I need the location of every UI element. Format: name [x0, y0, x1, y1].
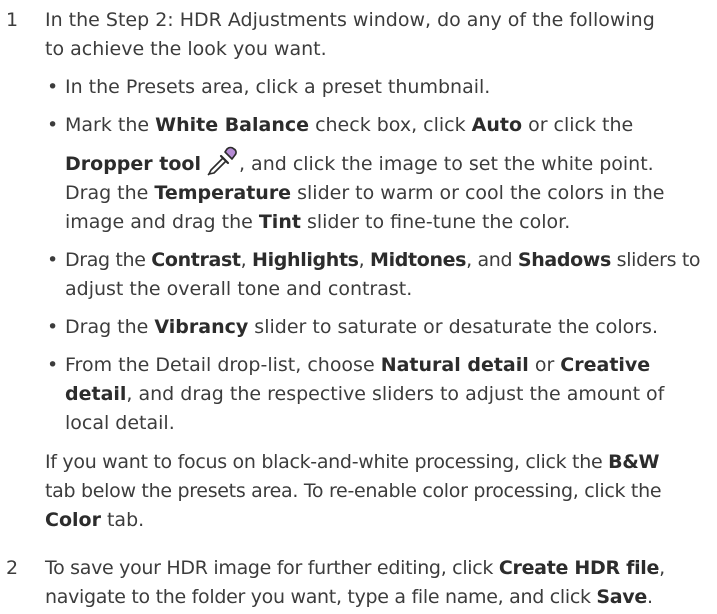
term-midtones: Midtones	[370, 249, 467, 271]
text: From the Detail drop-list, choose	[65, 354, 381, 376]
bullet-line: local detail.	[65, 412, 175, 434]
text: Drag the	[65, 249, 152, 271]
term-natural-detail: Natural detail	[380, 354, 529, 376]
text: To save your HDR image for further editi…	[45, 557, 499, 579]
text: image and drag the	[65, 211, 259, 233]
note-line: tab below the presets area. To re-enable…	[45, 480, 662, 502]
term-create-hdr-file: Create HDR file	[498, 557, 660, 579]
text: , and	[466, 249, 518, 271]
term-white-balance: White Balance	[155, 114, 310, 136]
text: ,	[358, 249, 371, 271]
text: ,	[659, 557, 665, 579]
bullet-line: detail, and drag the respective sliders …	[65, 380, 710, 409]
bullet-line: Dropper tool , and click the image to set…	[65, 146, 710, 179]
text: Drag the	[65, 316, 155, 338]
term-vibrancy: Vibrancy	[154, 316, 249, 338]
step-line: navigate to the folder you want, type a …	[45, 583, 710, 612]
note-paragraph: If you want to focus on black-and-white …	[45, 448, 710, 535]
bullet-detail: • From the Detail drop-list, choose Natu…	[45, 351, 710, 438]
step-line: To save your HDR image for further editi…	[45, 554, 710, 583]
bullet-text: In the Presets area, click a preset thum…	[65, 76, 491, 98]
term-contrast: Contrast	[151, 249, 241, 271]
bullet-icon: •	[47, 76, 59, 98]
term-temperature: Temperature	[154, 182, 292, 204]
bullet-icon: •	[47, 114, 59, 136]
term-highlights: Highlights	[252, 249, 359, 271]
text: navigate to the folder you want, type a …	[45, 586, 597, 608]
bullet-line: From the Detail drop-list, choose Natura…	[65, 351, 710, 380]
bullet-icon: •	[47, 354, 59, 376]
step-body: In the Step 2: HDR Adjustments window, d…	[45, 6, 710, 535]
bullet-white-balance: • Mark the White Balance check box, clic…	[45, 111, 710, 237]
text: slider to warm or cool the colors in the	[291, 182, 665, 204]
step-intro-line-1: In the Step 2: HDR Adjustments window, d…	[45, 9, 655, 31]
bullet-line: Drag the Vibrancy slider to saturate or …	[65, 313, 710, 342]
term-auto: Auto	[471, 114, 523, 136]
text: Drag the	[65, 182, 155, 204]
text: or	[528, 354, 561, 376]
text: Mark the	[65, 114, 156, 136]
bullet-line: adjust the overall tone and contrast.	[65, 278, 413, 300]
term-save: Save	[596, 586, 647, 608]
term-tint: Tint	[258, 211, 301, 233]
dropper-icon	[206, 146, 238, 176]
text: or click the	[522, 114, 634, 136]
text: tab.	[100, 509, 145, 531]
text: .	[646, 586, 653, 608]
bullet-icon: •	[47, 249, 59, 271]
bullet-presets: • In the Presets area, click a preset th…	[45, 73, 710, 102]
text: ,	[240, 249, 253, 271]
step-body: To save your HDR image for further editi…	[45, 554, 710, 612]
term-creative: Creative	[560, 354, 651, 376]
text: slider to saturate or desaturate the col…	[248, 316, 658, 338]
bullet-line: Drag the Temperature slider to warm or c…	[65, 179, 710, 208]
step-intro-line-2: to achieve the look you want.	[45, 38, 327, 60]
text: check box, click	[309, 114, 472, 136]
term-color: Color	[45, 509, 101, 531]
text: , and drag the respective sliders to adj…	[126, 383, 665, 405]
document-page: 1 In the Step 2: HDR Adjustments window,…	[0, 0, 717, 614]
bullet-icon: •	[47, 316, 59, 338]
term-dropper-tool: Dropper tool	[65, 153, 201, 175]
bullet-vibrancy: • Drag the Vibrancy slider to saturate o…	[45, 313, 710, 342]
bullet-line: Mark the White Balance check box, click …	[65, 111, 710, 140]
step-number: 1	[6, 9, 19, 31]
bullet-tone: • Drag the Contrast, Highlights, Midtone…	[45, 246, 710, 304]
term-bw: B&W	[608, 451, 660, 473]
note-line: Color tab.	[45, 506, 710, 535]
step-number: 2	[6, 557, 19, 579]
text: If you want to focus on black-and-white …	[45, 451, 609, 473]
text: slider to fine-tune the color.	[300, 211, 571, 233]
text: , and click the image to set the white p…	[238, 153, 654, 175]
text: sliders to	[610, 249, 701, 271]
bullet-line: image and drag the Tint slider to fine-t…	[65, 208, 710, 237]
bullet-line: Drag the Contrast, Highlights, Midtones,…	[65, 246, 710, 275]
term-detail: detail	[65, 383, 127, 405]
note-line: If you want to focus on black-and-white …	[45, 448, 710, 477]
term-shadows: Shadows	[517, 249, 611, 271]
